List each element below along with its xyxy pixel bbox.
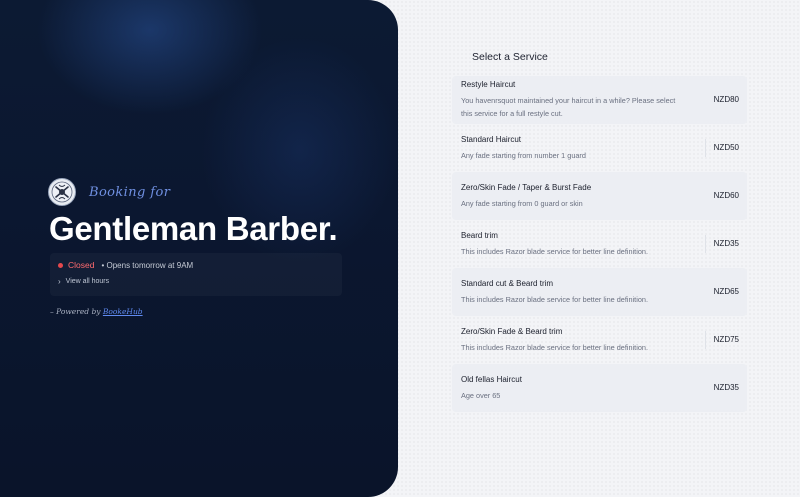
service-price: NZD75 bbox=[704, 331, 739, 349]
view-all-hours-label: View all hours bbox=[65, 278, 110, 285]
service-name: Restyle Haircut bbox=[461, 80, 516, 89]
view-all-hours-toggle[interactable]: › View all hours bbox=[58, 277, 334, 286]
hours-box: Closed • Opens tomorrow at 9AM › View al… bbox=[50, 253, 342, 296]
service-name: Beard trim bbox=[461, 230, 498, 240]
service-description: Any fade starting from 0 guard or skin bbox=[461, 198, 583, 208]
service-name: Standard Haircut bbox=[461, 134, 522, 144]
status-badge: Closed bbox=[68, 260, 95, 270]
service-item[interactable]: Standard Haircut Any fade starting from … bbox=[452, 124, 747, 172]
service-price: NZD35 bbox=[704, 235, 739, 253]
service-item[interactable]: Restyle Haircut You havenrsquot maintain… bbox=[452, 76, 747, 124]
service-description: This includes Razor blade service for be… bbox=[461, 246, 648, 256]
status-line: Closed • Opens tomorrow at 9AM bbox=[58, 260, 334, 270]
service-list: Restyle Haircut You havenrsquot maintain… bbox=[452, 76, 747, 412]
brand-row: Booking for bbox=[48, 178, 170, 206]
service-price: NZD80 bbox=[713, 95, 739, 104]
service-item[interactable]: Zero/Skin Fade / Taper & Burst Fade Any … bbox=[452, 172, 747, 220]
powered-by-prefix: – Powered by bbox=[50, 307, 103, 316]
business-name: Gentleman Barber. bbox=[49, 210, 338, 247]
service-price: NZD60 bbox=[713, 191, 739, 200]
booking-for-label: Booking for bbox=[89, 184, 171, 200]
bookehub-link[interactable]: BookeHub bbox=[103, 307, 143, 316]
status-dot-icon bbox=[58, 262, 63, 268]
chevron-right-icon: › bbox=[58, 277, 61, 286]
service-item[interactable]: Beard trim This includes Razor blade ser… bbox=[452, 220, 747, 268]
business-panel: Booking for Gentleman Barber. Closed • O… bbox=[0, 0, 398, 497]
service-description: Age over 65 bbox=[461, 390, 501, 400]
section-title: Select a Service bbox=[472, 51, 548, 63]
service-price: NZD50 bbox=[704, 139, 739, 157]
service-item[interactable]: Standard cut & Beard trim This includes … bbox=[452, 268, 747, 316]
opening-info: • Opens tomorrow at 9AM bbox=[101, 260, 194, 270]
service-name: Zero/Skin Fade & Beard trim bbox=[461, 326, 563, 336]
service-price: NZD35 bbox=[713, 383, 739, 392]
service-name: Zero/Skin Fade / Taper & Burst Fade bbox=[461, 182, 592, 192]
service-description: You havenrsquot maintained your haircut … bbox=[461, 96, 676, 118]
service-item[interactable]: Old fellas Haircut Age over 65 NZD35 bbox=[452, 364, 747, 412]
barber-logo-icon bbox=[51, 181, 73, 203]
business-logo bbox=[48, 178, 76, 206]
service-description: This includes Razor blade service for be… bbox=[461, 294, 648, 304]
service-item[interactable]: Zero/Skin Fade & Beard trim This include… bbox=[452, 316, 747, 364]
service-name: Standard cut & Beard trim bbox=[461, 278, 554, 288]
service-name: Old fellas Haircut bbox=[461, 374, 522, 384]
service-description: Any fade starting from number 1 guard bbox=[461, 150, 586, 160]
service-price: NZD65 bbox=[713, 287, 739, 296]
powered-by: – Powered by BookeHub bbox=[50, 307, 143, 316]
service-description: This includes Razor blade service for be… bbox=[461, 342, 648, 352]
